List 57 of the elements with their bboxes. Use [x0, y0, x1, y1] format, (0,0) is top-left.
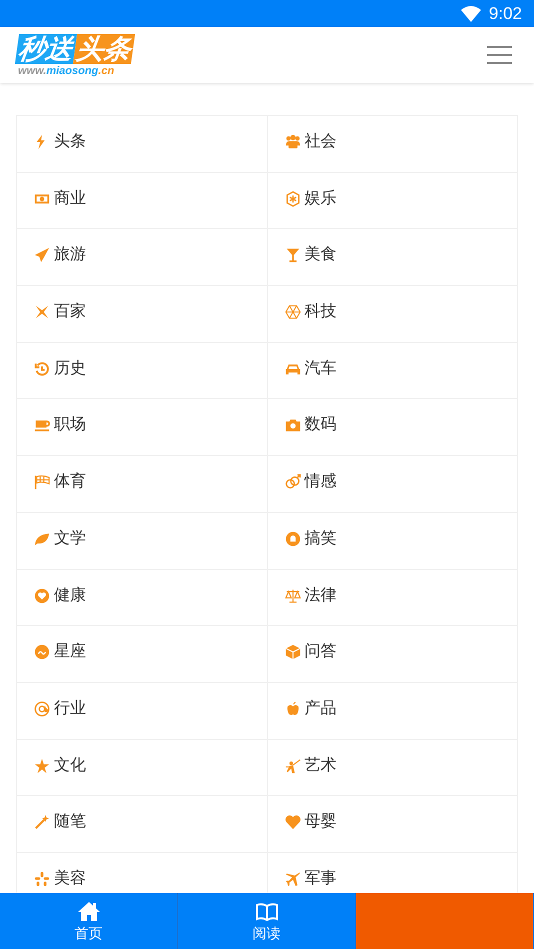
at-icon — [34, 700, 50, 717]
category-item[interactable]: 职场 — [17, 399, 268, 456]
category-item[interactable]: 体育 — [17, 456, 268, 513]
category-item[interactable]: 行业 — [17, 682, 268, 740]
category-item[interactable]: 历史 — [17, 342, 268, 400]
polygon-icon — [284, 304, 300, 320]
category-item[interactable]: 头条 — [17, 116, 268, 173]
asterisk-icon — [34, 870, 50, 887]
category-item[interactable]: 科技 — [268, 286, 518, 343]
category-item[interactable]: 法律 — [268, 570, 518, 626]
category-item[interactable]: 母婴 — [268, 796, 518, 853]
logo-url: www. — [18, 66, 46, 76]
airplane-icon — [284, 870, 300, 887]
category-item[interactable]: 艺术 — [268, 740, 518, 796]
category-item[interactable]: 随笔 — [17, 796, 268, 853]
logo-url: miaosong — [46, 66, 98, 76]
camera-icon — [284, 417, 300, 434]
category-item[interactable]: 情感 — [268, 456, 518, 513]
clock: 9:02 — [488, 2, 522, 25]
home-icon — [76, 900, 100, 922]
figure-icon — [284, 758, 300, 774]
heart-icon — [284, 814, 300, 830]
heart-circle-icon — [34, 588, 50, 604]
category-item[interactable]: 商业 — [17, 172, 268, 230]
category-item[interactable]: 问答 — [268, 626, 518, 683]
scales-icon — [284, 588, 300, 604]
star-icon — [34, 758, 50, 774]
badge-icon — [284, 190, 300, 207]
category-item[interactable]: 星座 — [17, 626, 268, 683]
pinwheel-icon — [34, 304, 50, 320]
cube-icon — [284, 644, 300, 660]
people-icon — [284, 134, 300, 150]
cocktail-glass-icon — [284, 247, 300, 264]
category-item[interactable]: 美食 — [268, 229, 518, 286]
category-item[interactable]: 产品 — [268, 682, 518, 740]
paper-plane-icon — [34, 247, 50, 264]
category-item[interactable]: 数码 — [268, 399, 518, 456]
leaf-icon — [34, 530, 50, 547]
rings-icon — [284, 474, 300, 490]
swirl-circle-icon — [34, 644, 50, 660]
apple-icon — [284, 700, 300, 717]
book-icon — [254, 900, 278, 922]
menu-icon[interactable] — [487, 46, 512, 64]
logo-url: .cn — [98, 66, 114, 76]
flag-icon — [34, 474, 50, 490]
category-item[interactable]: 文学 — [17, 512, 268, 570]
category-item[interactable]: 旅游 — [17, 229, 268, 286]
wand-icon — [34, 814, 50, 830]
wifi-icon — [460, 6, 481, 22]
category-item[interactable]: 娱乐 — [268, 172, 518, 230]
history-icon — [34, 360, 50, 377]
category-item[interactable]: 健康 — [17, 570, 268, 626]
category-item[interactable]: 文化 — [17, 740, 268, 796]
category-item[interactable]: 百家 — [17, 286, 268, 343]
category-item[interactable]: 汽车 — [268, 342, 518, 400]
category-item[interactable]: 社会 — [268, 116, 518, 173]
category-item[interactable]: 搞笑 — [268, 512, 518, 570]
